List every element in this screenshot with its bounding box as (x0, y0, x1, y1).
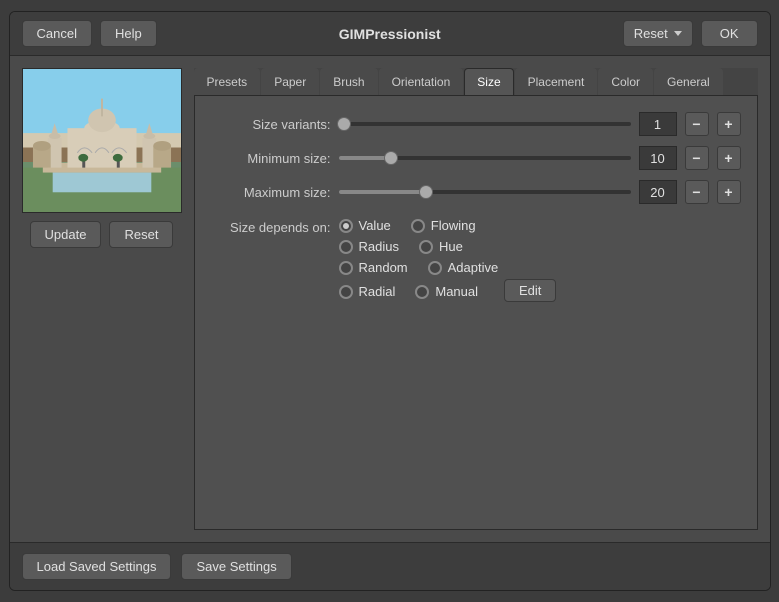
edit-button[interactable]: Edit (504, 279, 556, 302)
size-variants-label: Size variants: (211, 117, 331, 132)
maximum-size-thumb[interactable] (419, 185, 433, 199)
reset-label: Reset (634, 26, 668, 41)
tab-brush[interactable]: Brush (320, 68, 377, 95)
radio-adaptive[interactable]: Adaptive (428, 260, 499, 275)
titlebar-right: Reset OK (623, 20, 758, 47)
titlebar-left: Cancel Help (22, 20, 157, 47)
reset-dropdown-button[interactable]: Reset (623, 20, 693, 47)
radio-adaptive-label: Adaptive (448, 260, 499, 275)
size-depends-section: Size depends on: Value Flowing (211, 218, 741, 302)
size-depends-label: Size depends on: (211, 218, 331, 235)
radio-value-btn[interactable] (339, 219, 353, 233)
radio-flowing-btn[interactable] (411, 219, 425, 233)
radio-manual[interactable]: Manual (415, 284, 478, 299)
size-variants-decrement[interactable]: − (685, 112, 709, 136)
radio-row-1: Value Flowing (339, 218, 557, 233)
bottom-bar: Load Saved Settings Save Settings (10, 542, 770, 590)
preview-reset-button[interactable]: Reset (109, 221, 173, 248)
minimum-size-slider[interactable] (339, 156, 631, 160)
radio-radial-label: Radial (359, 284, 396, 299)
tab-presets[interactable]: Presets (194, 68, 261, 95)
radio-radius[interactable]: Radius (339, 239, 399, 254)
radio-radius-label: Radius (359, 239, 399, 254)
size-variants-increment[interactable]: + (717, 112, 741, 136)
radio-value-label: Value (359, 218, 391, 233)
tab-size[interactable]: Size (464, 68, 513, 95)
ok-button[interactable]: OK (701, 20, 758, 47)
radio-hue[interactable]: Hue (419, 239, 463, 254)
radio-row-2: Radius Hue (339, 239, 557, 254)
maximum-size-fill (339, 190, 427, 194)
load-settings-button[interactable]: Load Saved Settings (22, 553, 172, 580)
minimum-size-label: Minimum size: (211, 151, 331, 166)
maximum-size-slider[interactable] (339, 190, 631, 194)
maximum-size-label: Maximum size: (211, 185, 331, 200)
maximum-size-value: 20 (639, 180, 677, 204)
window-title: GIMPressionist (339, 26, 441, 42)
radio-adaptive-btn[interactable] (428, 261, 442, 275)
size-tab-content: Size variants: 1 − + Minimum size: (194, 96, 758, 530)
minimum-size-decrement[interactable]: − (685, 146, 709, 170)
size-variants-thumb[interactable] (337, 117, 351, 131)
radio-radial-btn[interactable] (339, 285, 353, 299)
radio-value[interactable]: Value (339, 218, 391, 233)
main-window: Cancel Help GIMPressionist Reset OK (9, 11, 771, 591)
tab-color[interactable]: Color (598, 68, 653, 95)
radio-radius-btn[interactable] (339, 240, 353, 254)
radio-row-3: Random Adaptive (339, 260, 557, 275)
radio-hue-label: Hue (439, 239, 463, 254)
radio-random-label: Random (359, 260, 408, 275)
radio-row-4: Radial Manual Edit (339, 281, 557, 302)
tabs: Presets Paper Brush Orientation Size Pla… (194, 68, 758, 96)
size-variants-slider[interactable] (339, 122, 631, 126)
tab-orientation[interactable]: Orientation (379, 68, 464, 95)
radio-manual-btn[interactable] (415, 285, 429, 299)
minimum-size-increment[interactable]: + (717, 146, 741, 170)
maximum-size-row: Maximum size: 20 − + (211, 180, 741, 204)
right-panel: Presets Paper Brush Orientation Size Pla… (194, 68, 758, 530)
size-variants-row: Size variants: 1 − + (211, 112, 741, 136)
radio-radial[interactable]: Radial (339, 284, 396, 299)
tab-placement[interactable]: Placement (515, 68, 598, 95)
titlebar: Cancel Help GIMPressionist Reset OK (10, 12, 770, 56)
tab-general[interactable]: General (654, 68, 723, 95)
minimum-size-value: 10 (639, 146, 677, 170)
left-panel: Update Reset (22, 68, 182, 530)
preview-image (22, 68, 182, 213)
radio-hue-btn[interactable] (419, 240, 433, 254)
chevron-down-icon (674, 31, 682, 36)
radio-manual-label: Manual (435, 284, 478, 299)
maximum-size-increment[interactable]: + (717, 180, 741, 204)
update-button[interactable]: Update (30, 221, 102, 248)
minimum-size-thumb[interactable] (384, 151, 398, 165)
radio-flowing-label: Flowing (431, 218, 476, 233)
tab-paper[interactable]: Paper (261, 68, 319, 95)
radio-random-btn[interactable] (339, 261, 353, 275)
maximum-size-decrement[interactable]: − (685, 180, 709, 204)
radio-options: Value Flowing Radius (339, 218, 557, 302)
preview-svg (23, 69, 181, 212)
preview-buttons: Update Reset (30, 221, 174, 248)
radio-flowing[interactable]: Flowing (411, 218, 476, 233)
radio-random[interactable]: Random (339, 260, 408, 275)
save-settings-button[interactable]: Save Settings (181, 553, 291, 580)
help-button[interactable]: Help (100, 20, 157, 47)
cancel-button[interactable]: Cancel (22, 20, 92, 47)
size-variants-value: 1 (639, 112, 677, 136)
minimum-size-row: Minimum size: 10 − + (211, 146, 741, 170)
main-content: Update Reset Presets Paper Brush Orienta… (10, 56, 770, 542)
